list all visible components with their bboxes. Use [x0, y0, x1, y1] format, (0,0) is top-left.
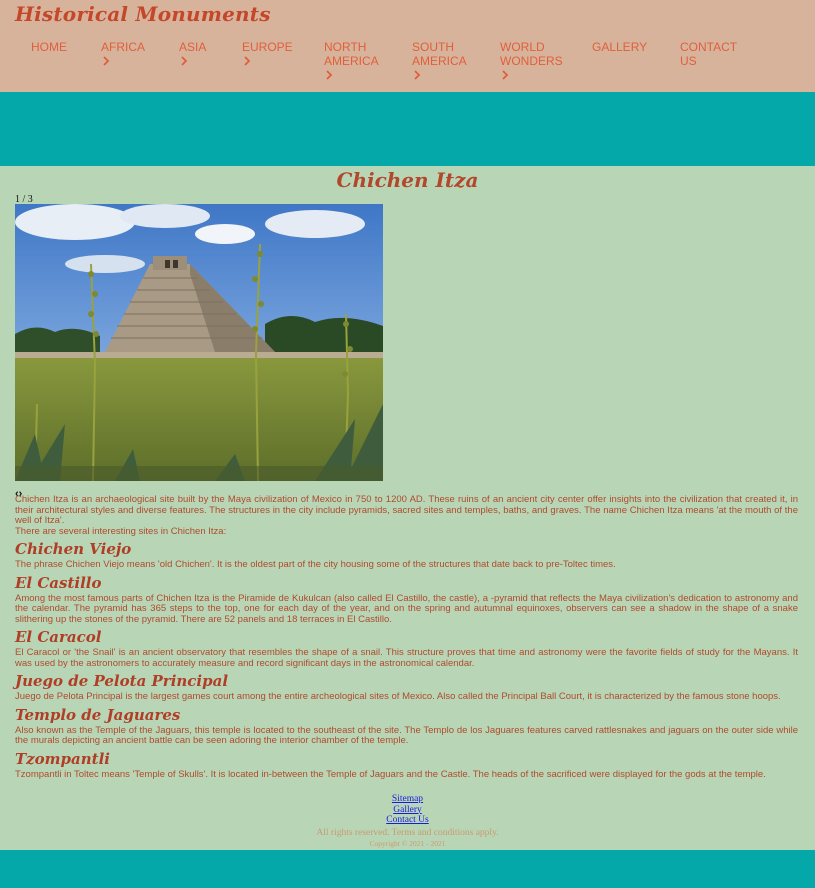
slide-image-chichen-itza-pyramid	[15, 204, 383, 481]
article-content: Chichen Itza is an archaeological site b…	[15, 494, 798, 780]
nav-label: AMERICA	[324, 54, 379, 68]
nav-item-north-america[interactable]: NORTH AMERICA	[324, 40, 379, 81]
site-description: Among the most famous parts of Chichen I…	[15, 592, 798, 625]
site-heading: Chichen Viejo	[15, 540, 132, 558]
nav-item-europe[interactable]: EUROPE	[242, 40, 293, 67]
nav-label: US	[680, 54, 697, 68]
nav-item-south-america[interactable]: SOUTH AMERICA	[412, 40, 467, 81]
site-description: Tzompantli in Toltec means 'Temple of Sk…	[15, 768, 766, 780]
intro-paragraph: Chichen Itza is an archaeological site b…	[15, 494, 798, 526]
intro-lead: There are several interesting sites in C…	[15, 525, 227, 537]
nav-label: HOME	[31, 40, 67, 54]
page-title: Chichen Itza	[336, 168, 479, 192]
nav-label: NORTH	[324, 40, 367, 54]
site-heading: El Castillo	[15, 573, 102, 592]
chevron-right-icon	[181, 56, 188, 66]
chevron-right-icon	[326, 70, 333, 80]
nav-item-africa[interactable]: AFRICA	[101, 40, 145, 67]
site-heading: Juego de Pelota Principal	[15, 672, 229, 690]
site-description: Juego de Pelota Principal is the largest…	[15, 691, 781, 702]
footer-link-sitemap[interactable]: Sitemap	[0, 794, 815, 805]
nav-item-gallery[interactable]: GALLERY	[592, 40, 647, 54]
nav-item-contact[interactable]: CONTACT US	[680, 40, 737, 68]
nav-item-asia[interactable]: ASIA	[179, 40, 206, 67]
footer-link-contact[interactable]: Contact Us	[0, 815, 815, 826]
nav-label: CONTACT	[680, 40, 738, 54]
nav-label: WORLD	[500, 40, 545, 54]
footer-link-gallery[interactable]: Gallery	[0, 805, 815, 816]
nav-label: GALLERY	[592, 40, 648, 54]
copyright-text: Copyright © 2021 - 2021	[369, 838, 446, 848]
site-heading: El Caracol	[15, 628, 102, 646]
nav-label: WONDERS	[500, 54, 563, 68]
chevron-right-icon	[414, 70, 421, 80]
nav-label: EUROPE	[242, 40, 293, 54]
nav-label: AMERICA	[412, 54, 467, 68]
site-heading: Tzompantli	[15, 749, 110, 768]
nav-item-home[interactable]: HOME	[31, 40, 67, 54]
hero-band	[0, 92, 815, 166]
nav-item-world-wonders[interactable]: WORLD WONDERS	[500, 40, 563, 81]
site-footer: Sitemap Gallery Contact Us All rights re…	[0, 794, 815, 849]
site-title[interactable]: Historical Monuments	[15, 2, 271, 26]
nav-label: ASIA	[179, 40, 207, 54]
chevron-right-icon	[502, 70, 509, 80]
site-description: El Caracol or 'the Snail' is an ancient …	[15, 647, 798, 669]
nav-label: SOUTH	[412, 40, 454, 54]
site-description: The phrase Chichen Viejo means 'old Chic…	[15, 559, 616, 570]
chevron-right-icon	[103, 56, 110, 66]
footer-band	[0, 850, 815, 888]
site-header: Historical Monuments HOME AFRICA ASIA EU…	[0, 0, 815, 92]
site-heading: Templo de Jaguares	[15, 705, 181, 724]
nav-label: AFRICA	[101, 40, 146, 54]
chevron-right-icon	[244, 56, 251, 66]
site-description: Also known as the Temple of the Jaguars,…	[15, 724, 798, 746]
rights-text: All rights reserved. Terms and condition…	[316, 827, 499, 838]
